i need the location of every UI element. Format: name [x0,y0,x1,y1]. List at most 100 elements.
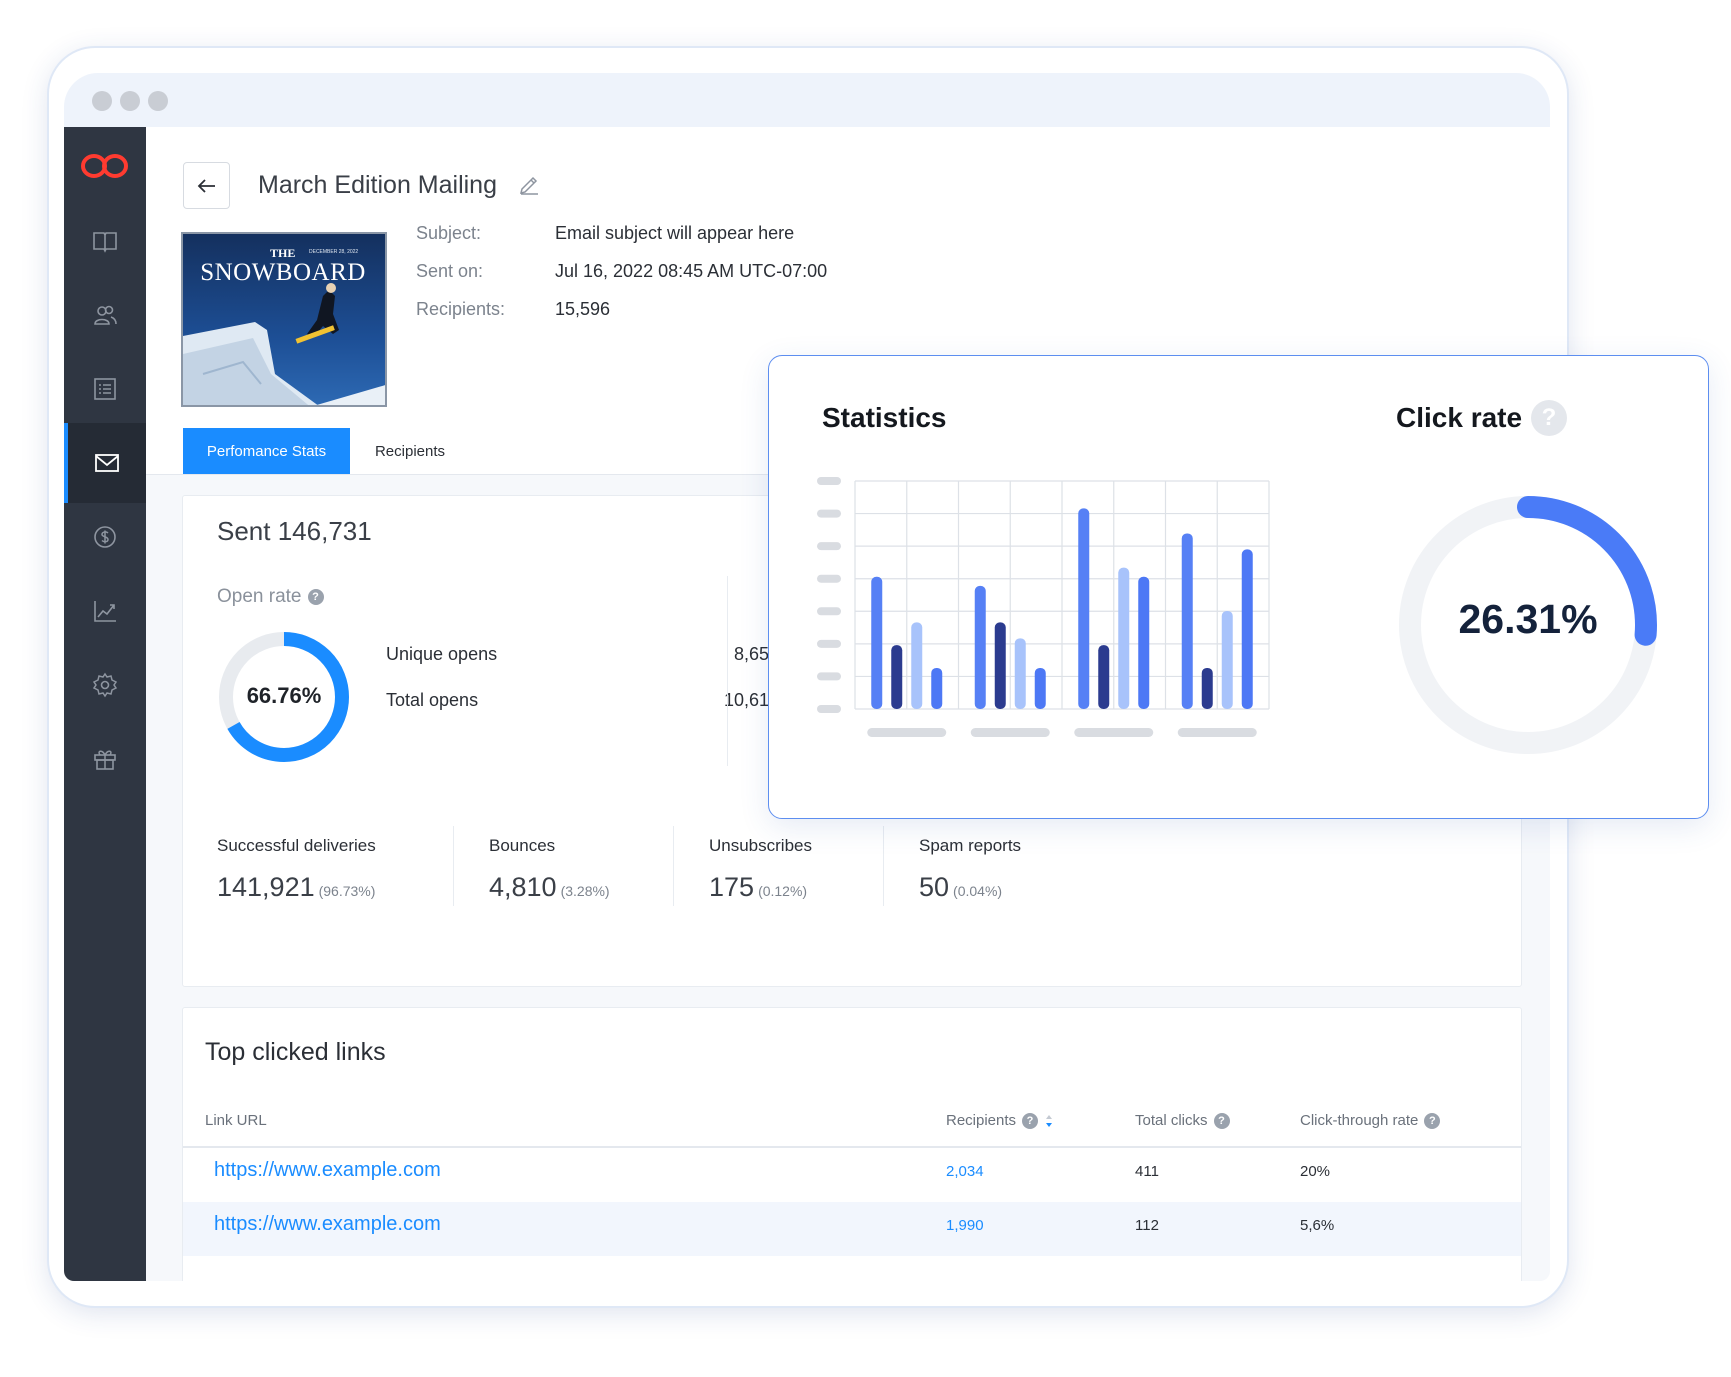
tab-recipients[interactable]: Recipients [360,428,460,475]
chart-bar [891,645,903,709]
window-maximize-button[interactable] [148,91,168,111]
sidebar-item-contacts[interactable] [64,275,146,355]
chart-bar [911,622,923,709]
statistics-bar-chart [817,477,1270,737]
column-header-recipients[interactable]: Recipients ? [946,1112,1054,1129]
help-icon[interactable]: ? [307,589,324,605]
y-tick-label [817,639,841,648]
unique-opens-label: Unique opens [386,644,498,664]
y-tick-label [817,542,841,551]
help-icon[interactable]: ? [1022,1112,1039,1129]
link-url[interactable]: https://www.example.com [214,1159,441,1182]
sidebar [64,127,146,1281]
back-button[interactable] [183,162,230,209]
gear-icon [92,672,118,698]
stat-number: 4,810 [489,872,557,902]
chart-icon [94,601,116,622]
sidebar-item-billing[interactable] [64,497,146,577]
x-tick-label [1074,728,1154,737]
help-icon[interactable]: ? [1213,1112,1230,1129]
tab-performance-stats[interactable]: Perfomance Stats [183,428,350,475]
stat-value: 50 (0.04%) [919,872,1021,903]
link-ctr: 5,6% [1300,1217,1335,1234]
gift-icon [94,750,116,770]
column-header-label: Click-through rate [1300,1112,1419,1129]
total-opens-label: Total opens [386,690,479,710]
stat-divider [673,826,674,906]
stat-number: 50 [919,872,950,902]
link-recipients[interactable]: 2,034 [946,1163,984,1180]
open-rate-label: Open rate [217,586,302,607]
link-ctr: 20% [1300,1163,1331,1180]
stat-label: Spam reports [919,836,1022,855]
sidebar-item-gifts[interactable] [64,719,146,799]
window-minimize-button[interactable] [120,91,140,111]
sent-on-label: Sent on: [416,261,484,281]
chart-bar [1221,610,1233,709]
y-tick-label [817,509,841,518]
sidebar-item-book[interactable] [64,201,146,281]
dollar-icon [94,526,116,548]
chart-bar [1034,667,1046,709]
stat-value: 4,810 (3.28%) [489,872,610,903]
column-header-label: Recipients [946,1112,1017,1129]
sidebar-item-reports[interactable] [64,571,146,651]
stat-successful-deliveries: Successful deliveries 141,921 (96.73%) [217,836,376,903]
recipients-label: Recipients: [416,299,506,319]
email-thumbnail[interactable]: THE DECEMBER 28, 2022 SNOWBOARD [181,232,387,407]
title-bar [64,73,1550,127]
stat-percent: (0.12%) [758,883,808,899]
stat-label: Unsubscribes [709,836,812,855]
book-icon [93,232,117,253]
sidebar-item-campaigns[interactable] [64,423,146,503]
chart-bar [871,576,883,709]
window-close-button[interactable] [92,91,112,111]
help-icon[interactable]: ? [1531,400,1567,436]
subject-value: Email subject will appear here [555,223,795,243]
stat-spam-reports: Spam reports 50 (0.04%) [919,836,1021,903]
stat-number: 175 [709,872,755,902]
open-rate-value: 66.76% [246,683,322,708]
sort-icon[interactable] [1044,1114,1054,1128]
stat-divider [883,826,884,906]
x-tick-label [1177,728,1257,737]
help-icon[interactable]: ? [1424,1112,1441,1129]
statistics-card: Statistics Click rate ? 26.31% [768,355,1709,819]
page-title: March Edition Mailing [258,171,497,199]
thumbnail-title: SNOWBOARD [200,259,366,286]
sidebar-item-settings[interactable] [64,645,146,725]
link-url[interactable]: https://www.example.com [214,1213,441,1236]
y-tick-label [817,607,841,616]
chart-bar [931,667,943,709]
chart-bar [1118,567,1130,709]
column-header-link-url[interactable]: Link URL [205,1112,267,1129]
chart-bar [994,622,1006,709]
recipients-value: 15,596 [555,299,611,319]
sent-on-value: Jul 16, 2022 08:45 AM UTC-07:00 [555,261,828,281]
stat-label: Successful deliveries [217,836,376,855]
column-header-total-clicks[interactable]: Total clicks ? [1135,1112,1230,1129]
column-header-ctr[interactable]: Click-through rate ? [1300,1112,1441,1129]
stat-value: 175 (0.12%) [709,872,812,903]
list-icon [94,378,116,400]
y-tick-label [817,705,841,713]
click-rate-title: Click rate [1396,402,1523,433]
chart-bar [974,585,986,709]
link-recipients[interactable]: 1,990 [946,1217,984,1234]
y-tick-label [817,672,841,681]
arrow-left-icon [197,178,215,193]
pencil-icon[interactable] [518,173,540,195]
chart-bar [1098,645,1110,709]
sidebar-item-lists[interactable] [64,349,146,429]
column-header-label: Total clicks [1135,1112,1208,1129]
chart-bar [1241,549,1253,709]
table-row: https://www.example.com 1,990 112 5,6% [183,1202,1521,1256]
stat-value: 141,921 (96.73%) [217,872,376,903]
infinity-logo-icon[interactable] [80,151,130,181]
chart-bar [1181,533,1193,709]
table-row: https://www.example.com 2,034 411 20% [183,1148,1521,1202]
users-icon [94,305,117,325]
stat-label: Bounces [489,836,556,855]
x-tick-label [867,728,947,737]
top-links-title: Top clicked links [205,1038,386,1066]
